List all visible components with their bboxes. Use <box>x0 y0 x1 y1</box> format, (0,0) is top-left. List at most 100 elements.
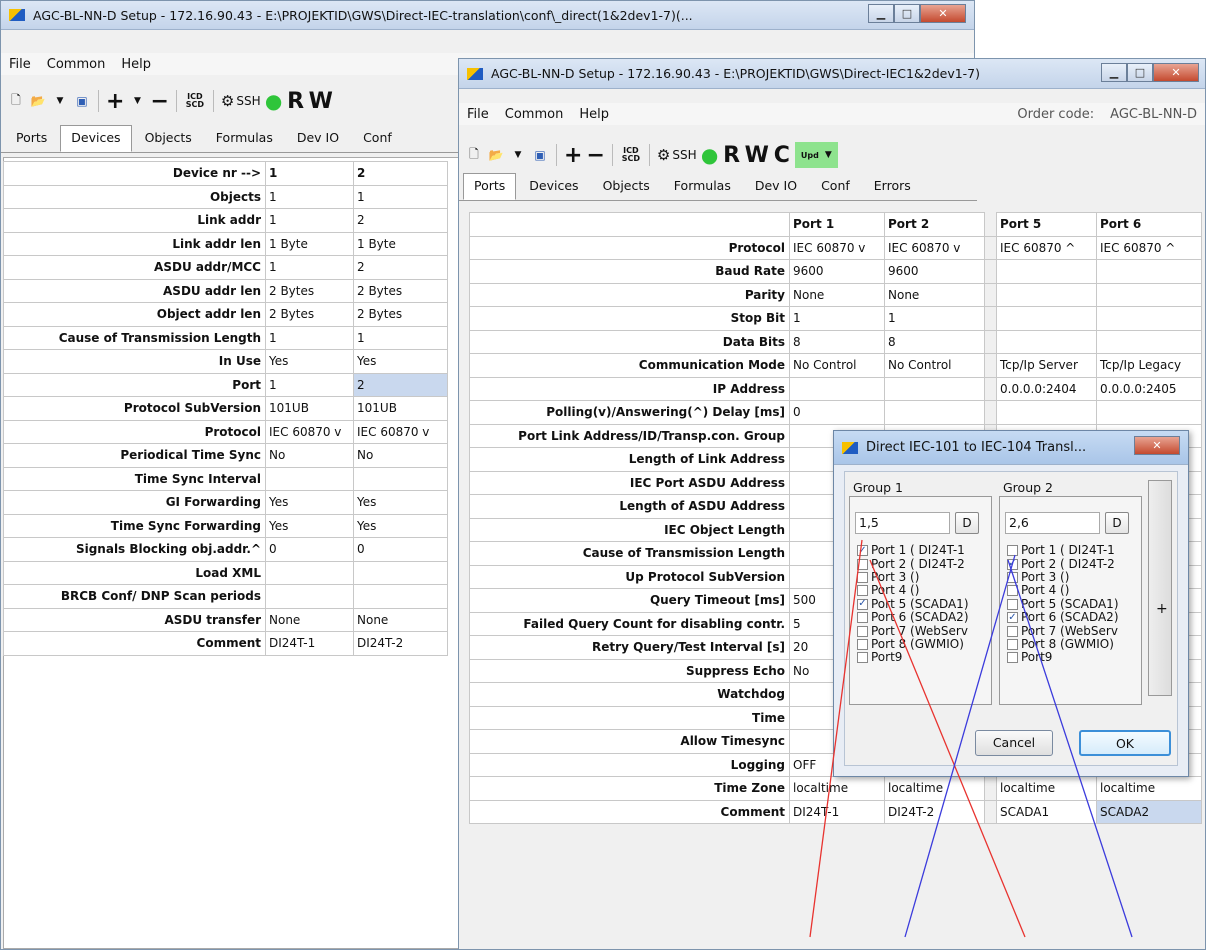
table-cell[interactable]: 1 Byte <box>353 231 448 256</box>
table-cell[interactable]: 1 <box>789 306 885 331</box>
dropdown-arrow-icon[interactable]: ▼ <box>128 89 146 113</box>
dialog-titlebar[interactable]: Direct IEC-101 to IEC-104 Transl... ✕ <box>834 431 1188 465</box>
tab-dev-io[interactable]: Dev IO <box>286 125 350 152</box>
table-cell[interactable] <box>353 584 448 609</box>
table-cell[interactable]: DI24T-2 <box>884 799 985 824</box>
add-icon[interactable]: + <box>106 89 124 114</box>
checkbox-icon[interactable] <box>1007 571 1018 583</box>
menu-help[interactable]: Help <box>571 107 617 122</box>
checkbox-icon[interactable] <box>1007 652 1018 664</box>
port-checkbox-item[interactable]: ✓ Port 6 (SCADA2) <box>1007 611 1119 624</box>
add-group-button[interactable]: + <box>1148 480 1172 696</box>
table-cell[interactable]: 0 <box>265 537 354 562</box>
table-cell[interactable]: IEC 60870 ^ <box>1096 235 1202 260</box>
table-cell[interactable]: 2 <box>353 255 448 280</box>
table-cell[interactable]: 2 Bytes <box>265 302 354 327</box>
port-checkbox-item[interactable]: Port 3 () <box>857 570 969 584</box>
port-checkbox-item[interactable]: Port 3 () <box>1007 570 1119 584</box>
table-cell[interactable]: 1 Byte <box>265 231 354 256</box>
tab-ports[interactable]: Ports <box>5 125 58 152</box>
checkbox-icon[interactable] <box>1007 625 1018 637</box>
table-cell[interactable]: 0.0.0.0:2405 <box>1096 376 1202 401</box>
tab-ports[interactable]: Ports <box>463 173 517 200</box>
remove-icon[interactable]: − <box>150 89 168 114</box>
table-cell[interactable]: None <box>353 607 448 632</box>
table-cell[interactable]: 0 <box>353 537 448 562</box>
table-cell[interactable] <box>996 306 1097 331</box>
ok-button[interactable]: OK <box>1079 730 1171 756</box>
table-cell[interactable] <box>996 400 1097 425</box>
table-cell[interactable]: 2 Bytes <box>353 302 448 327</box>
tab-devices[interactable]: Devices <box>518 173 589 200</box>
table-cell[interactable]: localtime <box>1096 776 1202 801</box>
table-cell[interactable]: IEC 60870 v <box>789 235 885 260</box>
table-cell[interactable] <box>996 282 1097 307</box>
table-cell[interactable]: DI24T-2 <box>353 631 448 656</box>
minimize-icon[interactable]: ▁ <box>1101 63 1127 82</box>
devices-window-titlebar[interactable]: AGC-BL-NN-D Setup - 172.16.90.43 - E:\PR… <box>1 1 974 30</box>
menu-file[interactable]: File <box>459 107 497 122</box>
port-checkbox-item[interactable]: Port 7 (WebServ <box>1007 624 1119 637</box>
group-1-delete-button[interactable]: D <box>955 512 979 534</box>
table-cell[interactable]: Tcp/Ip Legacy <box>1096 353 1202 378</box>
tab-objects[interactable]: Objects <box>134 125 203 152</box>
checkbox-checked-icon[interactable]: ✓ <box>857 545 868 557</box>
table-cell[interactable] <box>789 376 885 401</box>
table-cell[interactable]: SCADA2 <box>1096 799 1202 824</box>
icd-scd-button[interactable]: ICD SCD <box>184 89 206 113</box>
checkbox-checked-icon[interactable]: ✓ <box>1007 612 1018 624</box>
read-button[interactable]: R <box>723 143 741 168</box>
table-cell[interactable]: IEC 60870 v <box>265 419 354 444</box>
save-icon[interactable]: ▣ <box>73 89 91 113</box>
table-cell[interactable] <box>1096 306 1202 331</box>
port-checkbox-item[interactable]: Port 6 (SCADA2) <box>857 611 969 624</box>
port-checkbox-item[interactable]: Port9 <box>857 651 969 664</box>
checkbox-icon[interactable] <box>857 638 868 650</box>
checkbox-icon[interactable] <box>857 625 868 637</box>
new-file-icon[interactable]: 🗋 <box>465 143 483 167</box>
group-2-delete-button[interactable]: D <box>1105 512 1129 534</box>
maximize-icon[interactable]: □ <box>894 4 920 23</box>
table-cell[interactable] <box>1096 259 1202 284</box>
table-cell[interactable]: Yes <box>353 513 448 538</box>
table-cell[interactable] <box>996 329 1097 354</box>
dropdown-arrow-icon[interactable]: ▼ <box>509 143 527 167</box>
table-cell[interactable]: 0 <box>789 400 885 425</box>
tab-devices[interactable]: Devices <box>60 125 132 152</box>
compare-button[interactable]: C <box>773 143 791 168</box>
ssh-button[interactable]: ⚙ SSH <box>221 89 261 113</box>
table-cell[interactable]: 2 Bytes <box>265 278 354 303</box>
table-cell[interactable]: 0.0.0.0:2404 <box>996 376 1097 401</box>
table-cell[interactable] <box>996 259 1097 284</box>
table-cell[interactable]: None <box>789 282 885 307</box>
cancel-button[interactable]: Cancel <box>975 730 1053 756</box>
port-checkbox-item[interactable]: Port 4 () <box>1007 584 1119 597</box>
remove-icon[interactable]: − <box>586 143 604 168</box>
add-icon[interactable]: + <box>564 143 582 168</box>
table-cell[interactable] <box>265 466 354 491</box>
table-cell[interactable] <box>265 560 354 585</box>
port-checkbox-item[interactable]: ✓ Port 5 (SCADA1) <box>857 597 969 611</box>
tab-dev-io[interactable]: Dev IO <box>744 173 808 200</box>
checkbox-checked-icon[interactable]: ✓ <box>857 598 868 610</box>
update-button[interactable]: Upd ▼ <box>794 142 838 168</box>
close-icon[interactable]: ✕ <box>920 4 966 23</box>
table-cell[interactable]: SCADA1 <box>996 799 1097 824</box>
menu-common[interactable]: Common <box>497 107 572 122</box>
table-cell[interactable]: IEC 60870 v <box>353 419 448 444</box>
group-1-value-field[interactable]: 1,5 <box>855 512 950 534</box>
table-cell[interactable]: Yes <box>265 349 354 374</box>
tab-objects[interactable]: Objects <box>592 173 661 200</box>
port-checkbox-item[interactable]: Port 5 (SCADA1) <box>1007 597 1119 611</box>
table-cell[interactable]: Tcp/Ip Server <box>996 353 1097 378</box>
table-cell[interactable]: No Control <box>884 353 985 378</box>
dropdown-arrow-icon[interactable]: ▼ <box>51 89 69 113</box>
menu-help[interactable]: Help <box>113 57 159 72</box>
port-checkbox-item[interactable]: Port 4 () <box>857 584 969 597</box>
icd-scd-button[interactable]: ICD SCD <box>620 143 642 167</box>
checkbox-icon[interactable] <box>1007 545 1018 557</box>
table-cell[interactable]: 2 <box>353 208 448 233</box>
tab-errors[interactable]: Errors <box>863 173 922 200</box>
table-cell[interactable]: 8 <box>789 329 885 354</box>
checkbox-checked-icon[interactable]: ✓ <box>1007 558 1018 570</box>
